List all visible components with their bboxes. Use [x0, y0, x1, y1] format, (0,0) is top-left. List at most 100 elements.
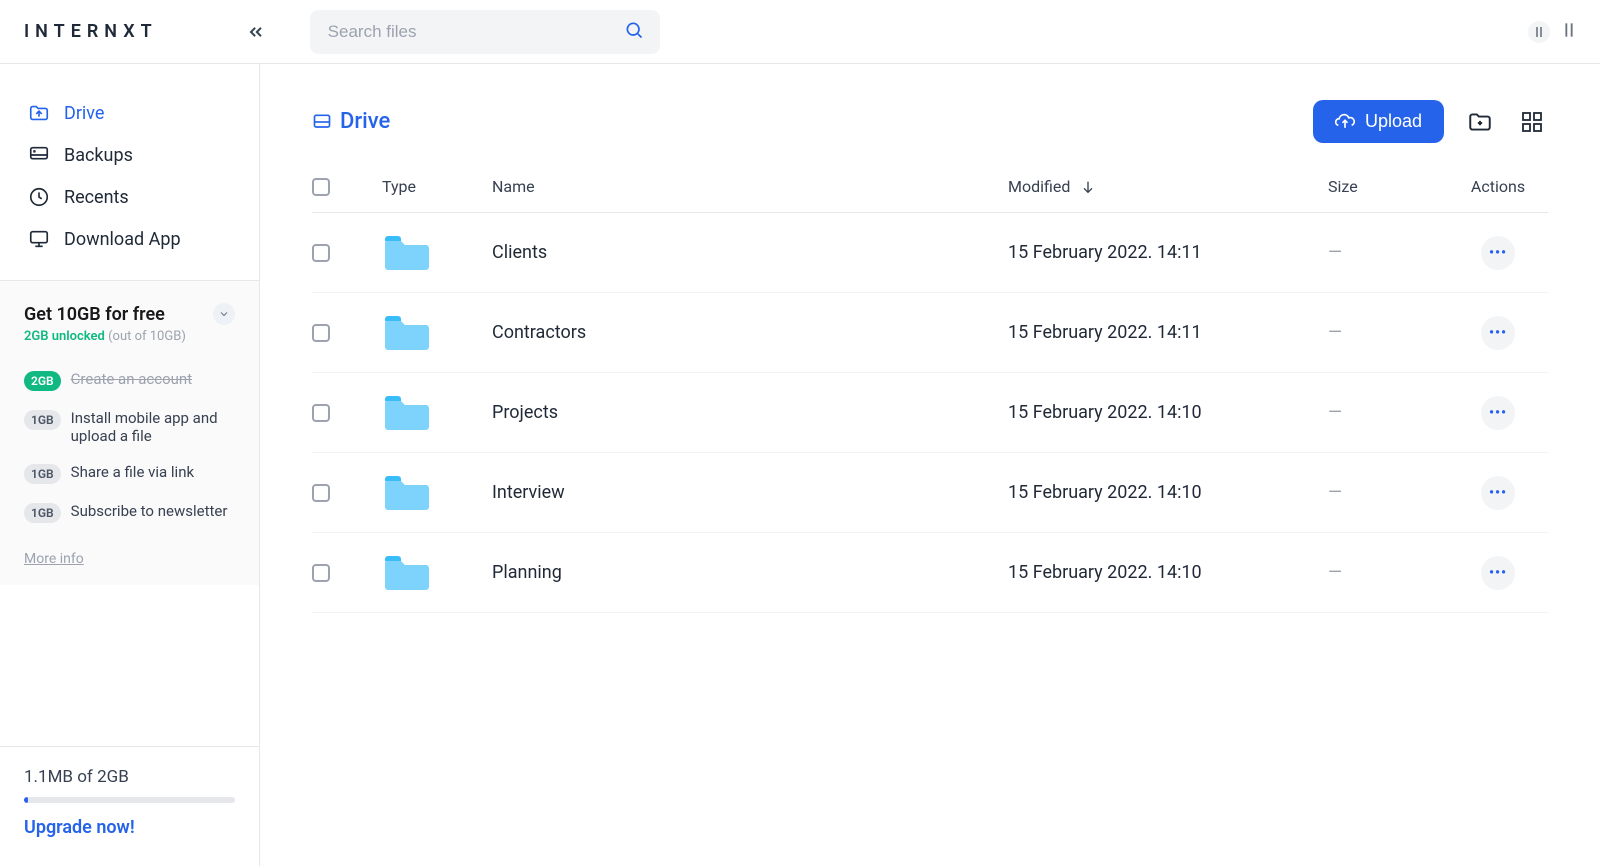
- task-text: Subscribe to newsletter: [71, 502, 228, 520]
- row-actions-button[interactable]: •••: [1481, 476, 1515, 510]
- chevron-double-left-icon: [246, 22, 266, 42]
- promo-tasks: 2GB Create an account 1GB Install mobile ap…: [24, 370, 235, 523]
- table-row[interactable]: Planning15 February 2022. 14:10— •••: [312, 533, 1548, 613]
- sidebar-item-backups[interactable]: Backups: [24, 134, 235, 176]
- new-folder-button[interactable]: [1464, 106, 1496, 138]
- promo-task[interactable]: 1GB Install mobile app and upload a file: [24, 409, 235, 445]
- row-actions-button[interactable]: •••: [1481, 316, 1515, 350]
- folder-icon: [382, 393, 432, 433]
- row-name: Clients: [492, 242, 1008, 263]
- sort-desc-icon: [1080, 179, 1096, 195]
- clock-icon: [28, 186, 50, 208]
- search-wrap: [310, 10, 660, 54]
- promo-task[interactable]: 1GB Subscribe to newsletter: [24, 502, 235, 523]
- table-row[interactable]: Projects15 February 2022. 14:10— •••: [312, 373, 1548, 453]
- more-info-link[interactable]: More info: [24, 551, 235, 567]
- storage-bar: [24, 797, 235, 803]
- collapse-sidebar-button[interactable]: [242, 18, 270, 46]
- sidebar-item-label: Backups: [64, 145, 133, 166]
- row-checkbox[interactable]: [312, 564, 330, 582]
- row-name: Interview: [492, 482, 1008, 503]
- task-badge: 1GB: [24, 503, 61, 523]
- row-actions-button[interactable]: •••: [1481, 556, 1515, 590]
- select-all-checkbox[interactable]: [312, 178, 330, 196]
- search-icon[interactable]: [624, 20, 644, 44]
- folder-icon: [382, 553, 432, 593]
- chevron-down-icon: [218, 308, 230, 320]
- row-modified: 15 February 2022. 14:11: [1008, 322, 1328, 343]
- row-size: —: [1328, 562, 1344, 583]
- column-actions: Actions: [1448, 177, 1548, 196]
- grid-icon: [1520, 110, 1544, 134]
- task-badge: 1GB: [24, 410, 61, 430]
- promo-subtitle: 2GB unlocked (out of 10GB): [24, 329, 235, 344]
- task-badge: 1GB: [24, 464, 61, 484]
- row-modified: 15 February 2022. 14:10: [1008, 562, 1328, 583]
- row-name: Contractors: [492, 322, 1008, 343]
- sidebar-item-drive[interactable]: Drive: [24, 92, 235, 134]
- sidebar-item-label: Recents: [64, 187, 129, 208]
- table-row[interactable]: Clients15 February 2022. 14:11— •••: [312, 213, 1548, 293]
- promo-task[interactable]: 2GB Create an account: [24, 370, 235, 391]
- row-size: —: [1328, 482, 1344, 503]
- activity-icon[interactable]: [1528, 21, 1550, 43]
- row-name: Projects: [492, 402, 1008, 423]
- folder-icon: [382, 473, 432, 513]
- sidebar: Drive Backups Recents Download App: [0, 64, 260, 866]
- sidebar-nav: Drive Backups Recents Download App: [0, 64, 259, 280]
- sidebar-item-download-app[interactable]: Download App: [24, 218, 235, 260]
- row-size: —: [1328, 402, 1344, 423]
- storage-panel: 1.1MB of 2GB Upgrade now!: [0, 746, 259, 866]
- table-row[interactable]: Interview15 February 2022. 14:10— •••: [312, 453, 1548, 533]
- brand-logo: INTERNXT: [24, 21, 158, 42]
- folder-icon: [382, 233, 432, 273]
- monitor-icon: [28, 228, 50, 250]
- file-table: Type Name Modified Size Actions Clients1…: [312, 177, 1548, 613]
- search-input[interactable]: [310, 10, 660, 54]
- row-checkbox[interactable]: [312, 404, 330, 422]
- row-modified: 15 February 2022. 14:10: [1008, 482, 1328, 503]
- row-actions-button[interactable]: •••: [1481, 396, 1515, 430]
- task-badge: 2GB: [24, 371, 61, 391]
- storage-usage-text: 1.1MB of 2GB: [24, 767, 235, 787]
- row-checkbox[interactable]: [312, 484, 330, 502]
- sidebar-item-label: Download App: [64, 229, 181, 250]
- upload-button[interactable]: Upload: [1313, 100, 1444, 143]
- grid-view-button[interactable]: [1516, 106, 1548, 138]
- folder-plus-icon: [1467, 109, 1493, 135]
- sidebar-item-label: Drive: [64, 103, 104, 124]
- upgrade-link[interactable]: Upgrade now!: [24, 817, 235, 838]
- upload-icon: [1335, 112, 1355, 132]
- table-header: Type Name Modified Size Actions: [312, 177, 1548, 213]
- column-type[interactable]: Type: [382, 177, 492, 196]
- promo-task[interactable]: 1GB Share a file via link: [24, 463, 235, 484]
- main-content: Drive Upload Type Name: [260, 64, 1600, 866]
- task-text: Create an account: [71, 370, 192, 388]
- sidebar-item-recents[interactable]: Recents: [24, 176, 235, 218]
- column-modified[interactable]: Modified: [1008, 177, 1328, 196]
- promo-collapse-button[interactable]: [213, 303, 235, 325]
- drive-breadcrumb-icon: [312, 112, 332, 132]
- row-modified: 15 February 2022. 14:10: [1008, 402, 1328, 423]
- backups-icon: [28, 144, 50, 166]
- topbar-right: [1528, 21, 1576, 43]
- topbar: INTERNXT: [0, 0, 1600, 64]
- promo-panel: Get 10GB for free 2GB unlocked (out of 1…: [0, 280, 259, 585]
- row-name: Planning: [492, 562, 1008, 583]
- column-name[interactable]: Name: [492, 177, 1008, 196]
- drive-icon: [28, 102, 50, 124]
- row-actions-button[interactable]: •••: [1481, 236, 1515, 270]
- promo-title: Get 10GB for free: [24, 304, 165, 325]
- task-text: Install mobile app and upload a file: [71, 409, 235, 445]
- breadcrumb[interactable]: Drive: [312, 109, 390, 134]
- menu-icon[interactable]: [1562, 22, 1576, 42]
- row-size: —: [1328, 322, 1344, 343]
- folder-icon: [382, 313, 432, 353]
- row-modified: 15 February 2022. 14:11: [1008, 242, 1328, 263]
- row-checkbox[interactable]: [312, 324, 330, 342]
- task-text: Share a file via link: [71, 463, 194, 481]
- row-checkbox[interactable]: [312, 244, 330, 262]
- column-size[interactable]: Size: [1328, 177, 1448, 196]
- table-row[interactable]: Contractors15 February 2022. 14:11— •••: [312, 293, 1548, 373]
- row-size: —: [1328, 242, 1344, 263]
